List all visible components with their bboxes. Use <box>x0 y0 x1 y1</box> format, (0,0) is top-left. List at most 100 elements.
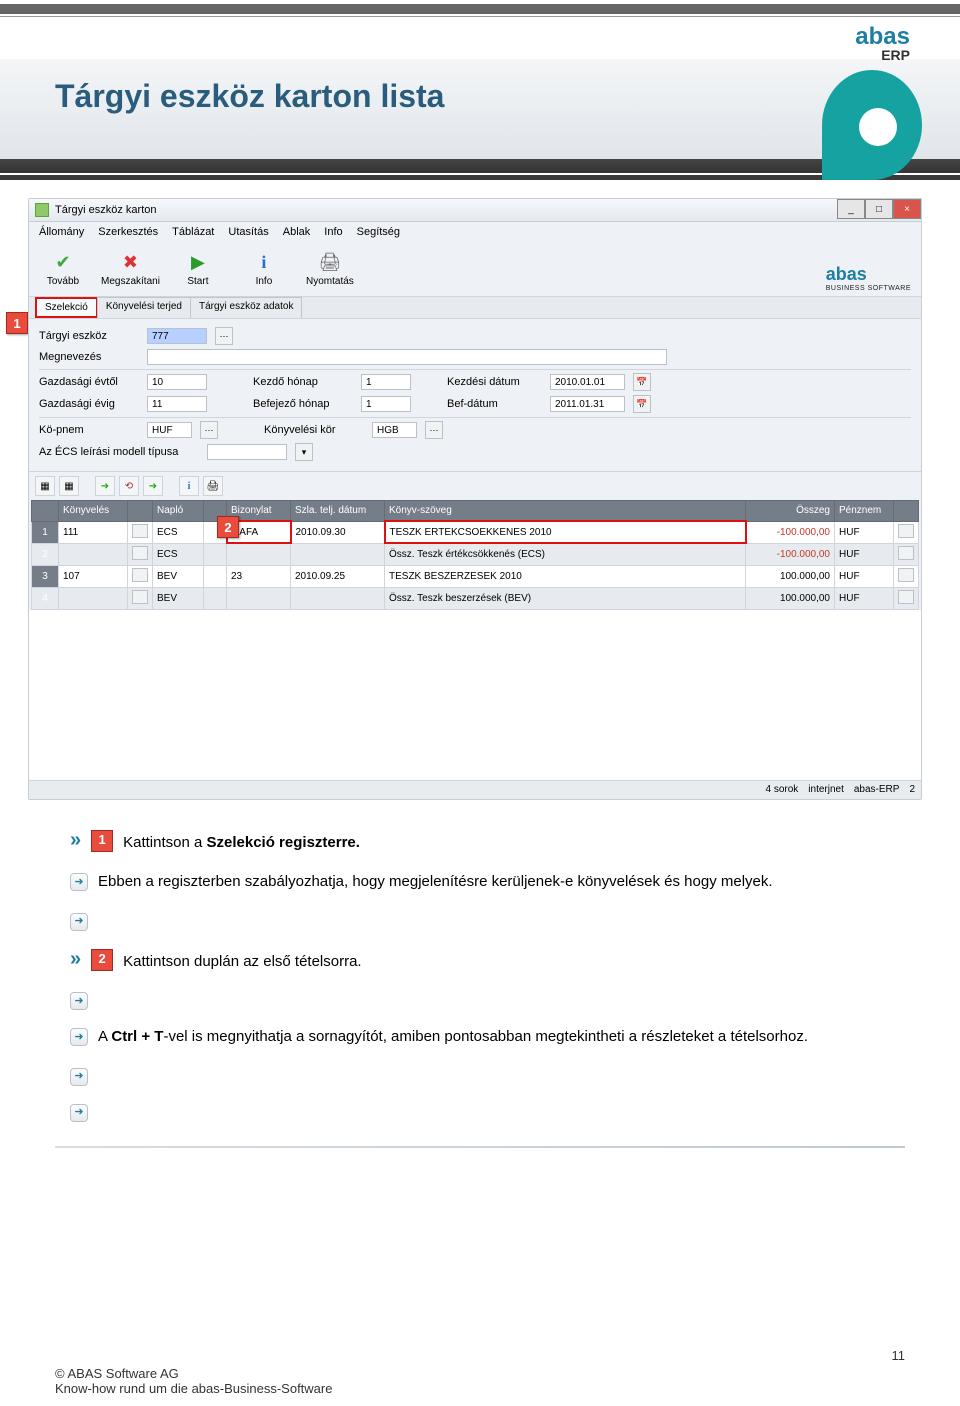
lookup-icon[interactable] <box>132 590 148 604</box>
bold-text: Szelekció regiszterre. <box>207 834 360 851</box>
grid-tool-icon[interactable]: ➜ <box>95 476 115 496</box>
toolbar-label: Start <box>187 276 208 287</box>
cell: HUF <box>835 587 894 609</box>
dropdown-icon[interactable]: ▾ <box>295 443 313 461</box>
toolbar-megszakitani[interactable]: ✖ Megszakítani <box>101 252 160 287</box>
banner-bot-bar <box>0 159 960 173</box>
input-kezd-datum[interactable]: 2010.01.01 <box>550 374 625 390</box>
col-osszeg[interactable]: Összeg <box>746 501 835 522</box>
instruction-text: Kattintson duplán az első tételsorra. <box>123 949 361 975</box>
lookup-icon[interactable] <box>898 568 914 582</box>
input-bef-honap[interactable]: 1 <box>361 396 411 412</box>
menu-szerkesztes[interactable]: Szerkesztés <box>98 226 158 238</box>
logo-text: abas <box>826 264 867 284</box>
toolbar-tovabb[interactable]: ✔ Tovább <box>35 252 91 287</box>
input-kezdo-honap[interactable]: 1 <box>361 374 411 390</box>
cell <box>59 587 128 609</box>
arrow-bullet-icon: ➜ <box>70 1068 88 1086</box>
lookup-icon[interactable]: ⋯ <box>215 327 233 345</box>
menu-info[interactable]: Info <box>324 226 342 238</box>
instruction-2: » 2 Kattintson duplán az első tételsorra… <box>70 949 890 975</box>
banner-top-stripe <box>0 4 960 14</box>
cell <box>894 543 919 565</box>
page-title: Tárgyi eszköz karton lista <box>55 78 444 115</box>
calendar-icon[interactable]: 📅 <box>633 395 651 413</box>
print-icon[interactable]: 🖨 <box>203 476 223 496</box>
menu-segitseg[interactable]: Segítség <box>357 226 400 238</box>
lookup-icon[interactable]: ⋯ <box>425 421 443 439</box>
tab-targyi-eszkoz-adatok[interactable]: Tárgyi eszköz adatok <box>190 297 303 318</box>
cell: 107 <box>59 565 128 587</box>
close-button[interactable]: × <box>893 199 921 219</box>
menubar: Állomány Szerkesztés Táblázat Utasítás A… <box>29 222 921 242</box>
instruction-text: Kattintson a Szelekció regiszterre. <box>123 830 360 856</box>
col-naplo[interactable]: Napló <box>153 501 204 522</box>
grid-tool-icon[interactable]: ▦ <box>59 476 79 496</box>
col-lookup[interactable] <box>894 501 919 522</box>
status-bar: 4 sorok interjnet abas-ERP 2 <box>29 780 921 799</box>
menu-utasitas[interactable]: Utasítás <box>228 226 268 238</box>
lookup-icon[interactable] <box>132 524 148 538</box>
table-row[interactable]: 4BEVÖssz. Teszk beszerzések (BEV)100.000… <box>32 587 919 609</box>
chevron-icon: » <box>70 830 81 850</box>
input-targyi-eszkoz[interactable]: 777 <box>147 328 207 344</box>
cell <box>128 543 153 565</box>
menu-tablazat[interactable]: Táblázat <box>172 226 214 238</box>
grid-tool-icon[interactable]: ▦ <box>35 476 55 496</box>
calendar-icon[interactable]: 📅 <box>633 373 651 391</box>
input-kopnem[interactable]: HUF <box>147 422 192 438</box>
grid-tool-icon[interactable]: ➜ <box>143 476 163 496</box>
input-megnevezes[interactable] <box>147 349 667 365</box>
table-row[interactable]: 1111ECSÖAFA2010.09.30TESZK ERTEKCSOEKKEN… <box>32 521 919 543</box>
cell: HUF <box>835 565 894 587</box>
menu-allomany[interactable]: Állomány <box>39 226 84 238</box>
empty-bullet: ➜ <box>70 988 890 1010</box>
toolbar-nyomtatas[interactable]: 🖨 Nyomtatás <box>302 252 358 287</box>
input-gazd-evig[interactable]: 11 <box>147 396 207 412</box>
input-bef-datum[interactable]: 2011.01.31 <box>550 396 625 412</box>
table-row[interactable]: 2ECSÖssz. Teszk értékcsökkenés (ECS)-100… <box>32 543 919 565</box>
input-ecs-modell[interactable] <box>207 444 287 460</box>
tab-row: Szelekció Könyvelési terjed Tárgyi eszkö… <box>29 296 921 319</box>
grid-body: 1111ECSÖAFA2010.09.30TESZK ERTEKCSOEKKEN… <box>32 521 919 609</box>
main-toolbar: ✔ Tovább ✖ Megszakítani ▶ Start i Info 🖨… <box>29 242 921 296</box>
toolbar-label: Nyomtatás <box>306 276 354 287</box>
page-banner: abas ERP Tárgyi eszköz karton lista <box>0 0 960 180</box>
toolbar-info[interactable]: i Info <box>236 252 292 287</box>
form-divider <box>39 417 911 418</box>
minimize-button[interactable]: _ <box>837 199 865 219</box>
input-gazd-evtol[interactable]: 10 <box>147 374 207 390</box>
col-penz[interactable]: Pénznem <box>835 501 894 522</box>
app-window: Tárgyi eszköz karton _ □ × Állomány Szer… <box>28 198 922 800</box>
cell <box>894 587 919 609</box>
maximize-button[interactable]: □ <box>865 199 893 219</box>
col-konyveles[interactable]: Könyvelés <box>59 501 128 522</box>
cell: ECS <box>153 521 204 543</box>
lookup-icon[interactable] <box>898 524 914 538</box>
play-icon: ▶ <box>187 252 209 274</box>
table-row[interactable]: 3107BEV232010.09.25TESZK BESZERZESEK 201… <box>32 565 919 587</box>
menu-ablak[interactable]: Ablak <box>283 226 311 238</box>
tab-szelekcio[interactable]: Szelekció <box>35 297 98 318</box>
label-gazd-evtol: Gazdasági évtől <box>39 376 139 388</box>
lookup-icon[interactable] <box>898 590 914 604</box>
lookup-icon[interactable] <box>132 546 148 560</box>
text: A <box>98 1028 111 1045</box>
grid-tool-icon[interactable]: ⟲ <box>119 476 139 496</box>
lookup-icon[interactable] <box>898 546 914 560</box>
lookup-icon[interactable]: ⋯ <box>200 421 218 439</box>
toolbar-start[interactable]: ▶ Start <box>170 252 226 287</box>
col-rownum[interactable] <box>32 501 59 522</box>
col-lookup[interactable] <box>128 501 153 522</box>
col-szoveg[interactable]: Könyv-szöveg <box>385 501 746 522</box>
window-titlebar[interactable]: Tárgyi eszköz karton _ □ × <box>29 199 921 222</box>
col-datum[interactable]: Szla. telj. dátum <box>291 501 385 522</box>
lookup-icon[interactable] <box>132 568 148 582</box>
cell: -100.000,00 <box>746 521 835 543</box>
cell <box>128 587 153 609</box>
tab-konyvelesi-terjed[interactable]: Könyvelési terjed <box>97 297 191 318</box>
grid-header: Könyvelés Napló Bizonylat Szla. telj. dá… <box>32 501 919 522</box>
info-icon[interactable]: i <box>179 476 199 496</box>
input-konyv-kor[interactable]: HGB <box>372 422 417 438</box>
callout-badge-1: 1 <box>91 830 113 852</box>
